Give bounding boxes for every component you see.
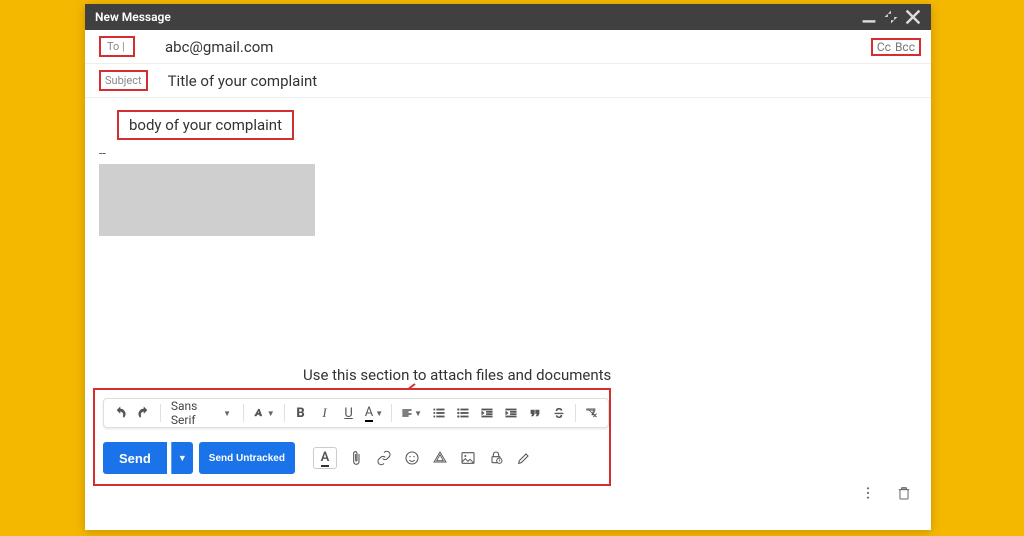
bottom-right-actions	[859, 484, 913, 502]
window-title: New Message	[95, 10, 171, 24]
more-options-button[interactable]	[859, 484, 877, 502]
attach-annotation: Use this section to attach files and doc…	[303, 366, 611, 384]
formatting-toolbar: Sans Serif▼ ▼ B I U A▼ ▼	[103, 398, 609, 428]
clear-formatting-button[interactable]	[582, 402, 602, 424]
minimize-button[interactable]	[861, 9, 877, 25]
insert-link-button[interactable]	[375, 449, 393, 467]
bcc-button[interactable]: Bcc	[895, 40, 915, 54]
signature-dash: --	[99, 146, 917, 160]
send-button[interactable]: Send	[103, 442, 167, 474]
font-size-button[interactable]: ▼	[250, 402, 278, 424]
strikethrough-button[interactable]	[549, 402, 569, 424]
send-row: Send ▼ Send Untracked A	[103, 442, 533, 474]
toolbar-callout-box: Sans Serif▼ ▼ B I U A▼ ▼	[93, 388, 611, 486]
insert-emoji-button[interactable]	[403, 449, 421, 467]
numbered-list-button[interactable]	[429, 402, 449, 424]
italic-button[interactable]: I	[315, 402, 335, 424]
send-options-button[interactable]: ▼	[171, 442, 193, 474]
compose-action-icons: A	[313, 447, 533, 469]
to-row: To | abc@gmail.com Cc Bcc	[85, 30, 931, 64]
underline-button[interactable]: U	[339, 402, 359, 424]
signature-placeholder	[99, 164, 315, 236]
compose-window: New Message To | abc@gmail.com Cc Bcc Su…	[85, 4, 931, 530]
subject-label: Subject	[99, 70, 148, 91]
body-area[interactable]: body of your complaint -- Use this secti…	[85, 98, 931, 530]
expand-button[interactable]	[883, 9, 899, 25]
indent-more-button[interactable]	[501, 402, 521, 424]
confidential-mode-button[interactable]	[487, 449, 505, 467]
undo-button[interactable]	[110, 402, 130, 424]
close-button[interactable]	[905, 9, 921, 25]
subject-row: Subject Title of your complaint	[85, 64, 931, 98]
discard-draft-button[interactable]	[895, 484, 913, 502]
subject-input[interactable]: Title of your complaint	[168, 72, 318, 90]
insert-drive-button[interactable]	[431, 449, 449, 467]
to-input[interactable]: abc@gmail.com	[165, 38, 273, 56]
quote-button[interactable]	[525, 402, 545, 424]
font-family-select[interactable]: Sans Serif▼	[167, 399, 237, 427]
cc-bcc-group: Cc Bcc	[871, 38, 921, 56]
align-button[interactable]: ▼	[398, 402, 425, 424]
bold-button[interactable]: B	[291, 402, 311, 424]
insert-image-button[interactable]	[459, 449, 477, 467]
indent-less-button[interactable]	[477, 402, 497, 424]
send-untracked-button[interactable]: Send Untracked	[199, 442, 295, 474]
text-color-button[interactable]: A▼	[363, 402, 386, 424]
titlebar: New Message	[85, 4, 931, 30]
redo-button[interactable]	[134, 402, 154, 424]
insert-signature-button[interactable]	[515, 449, 533, 467]
body-annotation: body of your complaint	[117, 110, 294, 140]
text-format-toggle[interactable]: A	[313, 447, 337, 469]
cc-button[interactable]: Cc	[877, 40, 891, 54]
to-label: To |	[99, 36, 135, 57]
attach-file-button[interactable]	[347, 449, 365, 467]
bullet-list-button[interactable]	[453, 402, 473, 424]
